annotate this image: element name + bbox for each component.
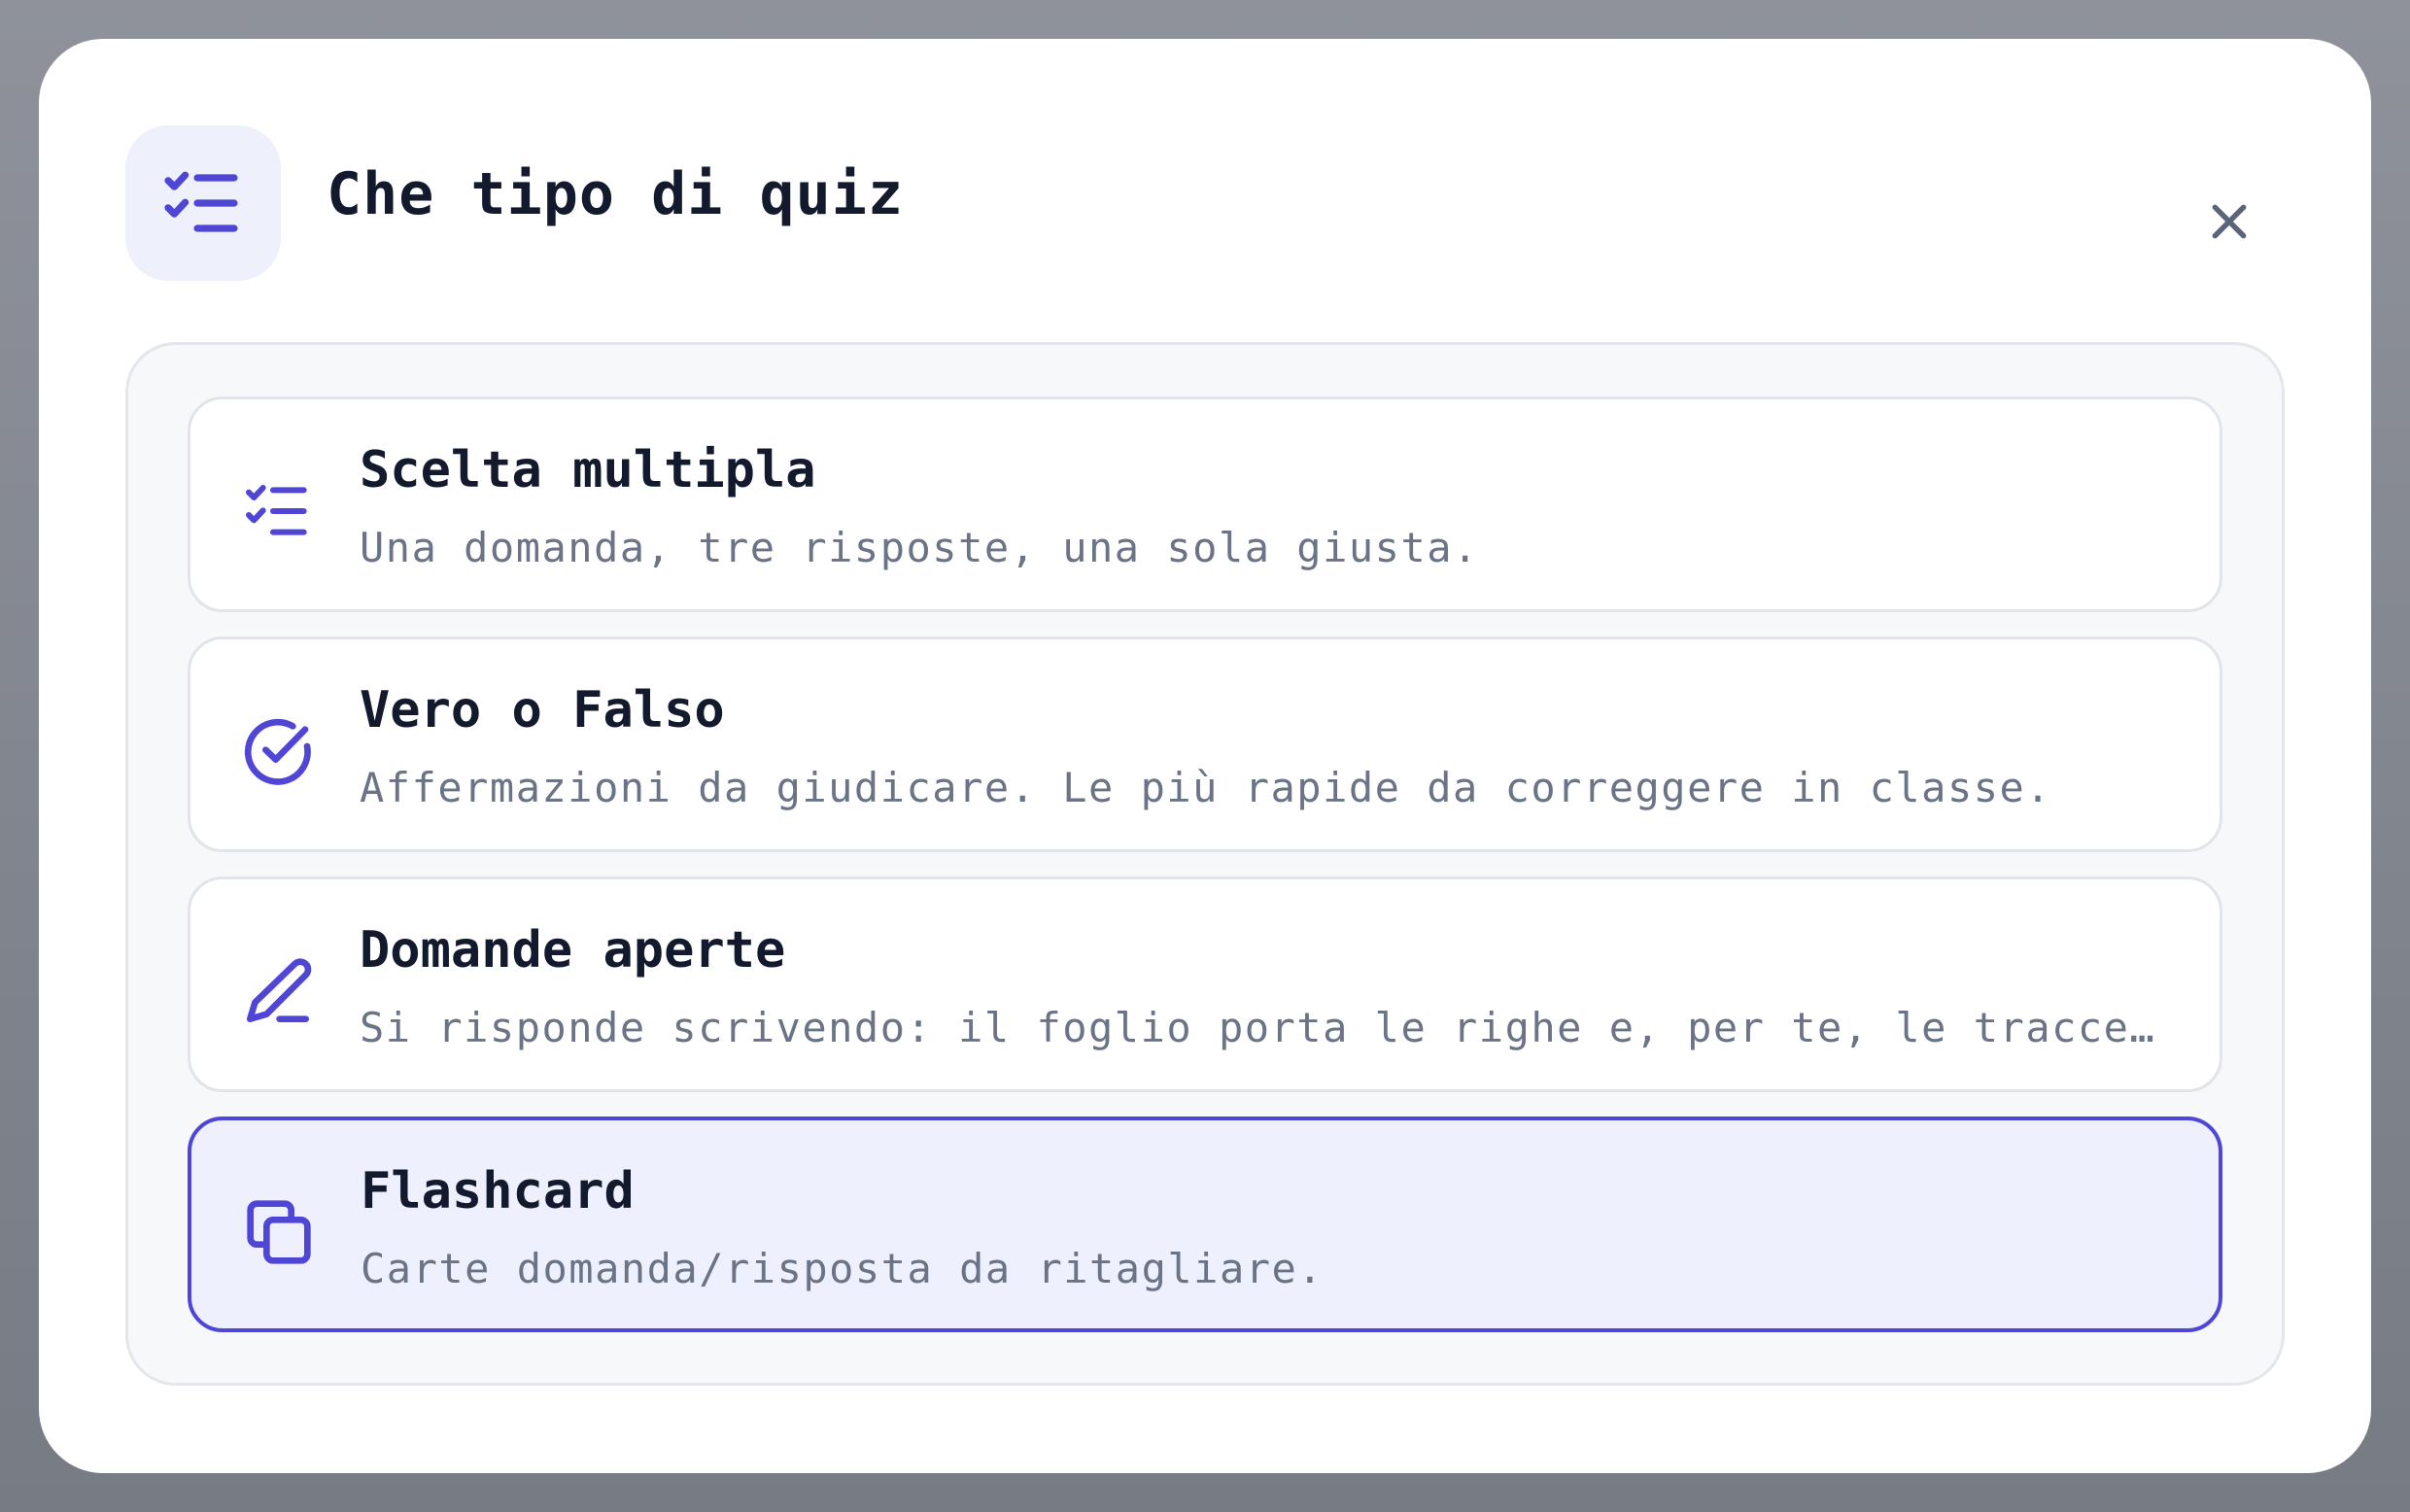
dialog-header-icon-tile	[125, 125, 281, 281]
option-title: Scelta multipla	[360, 441, 816, 499]
option-description: Affermazioni da giudicare. Le più rapide…	[360, 764, 2052, 811]
option-icon-wrapper	[239, 952, 317, 1030]
option-domande-aperte[interactable]: Domande aperte Si risponde scrivendo: il…	[188, 876, 2222, 1092]
option-flashcard[interactable]: Flashcard Carte domanda/risposta da rita…	[188, 1117, 2222, 1332]
option-scelta-multipla[interactable]: Scelta multipla Una domanda, tre rispost…	[188, 396, 2222, 612]
checklist-icon	[164, 171, 238, 232]
option-icon-wrapper	[240, 1193, 318, 1271]
checklist-icon	[246, 485, 307, 535]
option-title: Vero o Falso	[360, 681, 725, 739]
quiz-type-options: Scelta multipla Una domanda, tre rispost…	[125, 342, 2285, 1386]
quiz-type-dialog: Che tipo di quiz Scelta multipla Una dom…	[39, 39, 2371, 1473]
circle-check-icon	[244, 718, 311, 785]
option-icon-wrapper	[239, 472, 317, 550]
option-title: Domande aperte	[360, 921, 786, 979]
option-title: Flashcard	[361, 1162, 635, 1220]
option-description: Una domanda, tre risposte, una sola gius…	[360, 524, 1479, 571]
close-button[interactable]	[2194, 187, 2264, 257]
copy-cards-icon	[247, 1200, 311, 1264]
option-icon-wrapper	[239, 712, 317, 790]
pen-icon	[246, 958, 312, 1022]
dialog-title: Che tipo di quiz	[327, 160, 904, 228]
option-description: Si risponde scrivendo: il foglio porta l…	[360, 1004, 2156, 1051]
close-icon	[2212, 204, 2247, 239]
option-vero-o-falso[interactable]: Vero o Falso Affermazioni da giudicare. …	[188, 636, 2222, 852]
option-description: Carte domanda/risposta da ritagliare.	[361, 1245, 1325, 1292]
